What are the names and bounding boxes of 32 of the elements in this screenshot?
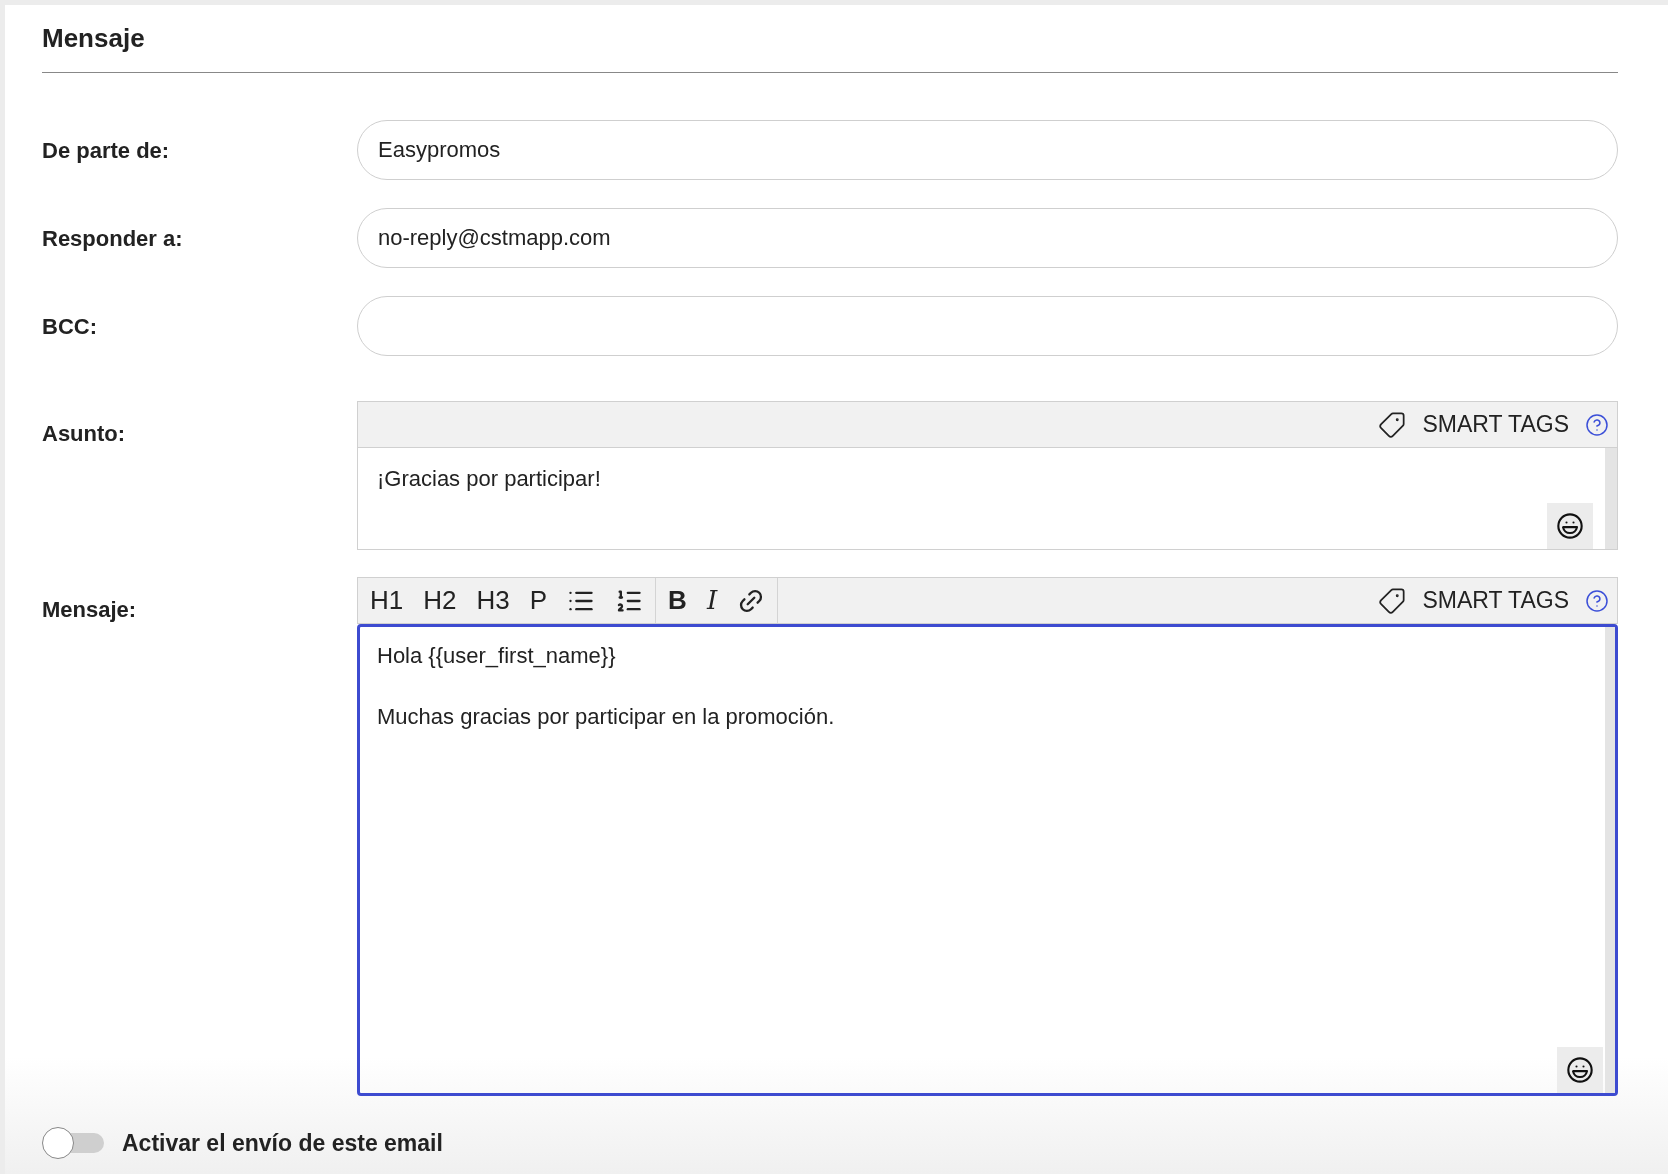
field-label: Mensaje: [42, 596, 138, 624]
format-button[interactable]: H2 [413, 578, 467, 623]
text-input[interactable]: no-reply@cstmapp.com [357, 208, 1618, 268]
format-button[interactable]: H1 [360, 578, 414, 623]
bold-button[interactable]: B [658, 578, 697, 623]
message-area[interactable]: Hola {{user_first_name}} Muchas gracias por participar en la promoción. [357, 624, 1618, 1096]
text-input[interactable] [357, 296, 1618, 356]
section-title: Mensaje [42, 5, 1618, 73]
tag-icon[interactable] [1378, 586, 1407, 615]
smart-tags-label[interactable]: SMART TAGS [1422, 583, 1569, 618]
field-label: Asunto: [42, 420, 127, 448]
smart-tags-label[interactable]: SMART TAGS [1422, 407, 1569, 442]
toggle-label: Activar el envío de este email [122, 1129, 443, 1158]
tag-icon[interactable] [1378, 410, 1407, 439]
text-input[interactable]: Easypromos [357, 120, 1618, 180]
help-icon[interactable] [1585, 588, 1609, 613]
laughing-face-icon [1566, 1056, 1594, 1084]
subject-area[interactable]: ¡Gracias por participar! [358, 448, 1617, 549]
emoji-button[interactable] [1547, 503, 1593, 549]
italic-button[interactable]: I [696, 578, 728, 623]
field-label: BCC: [42, 312, 98, 341]
field-label: De parte de: [42, 136, 171, 165]
toggle-switch[interactable] [42, 1127, 104, 1160]
field-label: Responder a: [42, 224, 184, 253]
emoji-button[interactable] [1557, 1047, 1603, 1093]
laughing-face-icon [1556, 512, 1584, 540]
message-paragraph: Hola {{user_first_name}} [377, 642, 617, 670]
format-button[interactable]: H3 [466, 578, 520, 623]
help-icon[interactable] [1585, 412, 1609, 437]
subject-text: ¡Gracias por participar! [377, 465, 601, 493]
format-button[interactable]: P [519, 578, 558, 623]
message-paragraph: Muchas gracias por participar en la promoción. [377, 703, 836, 731]
